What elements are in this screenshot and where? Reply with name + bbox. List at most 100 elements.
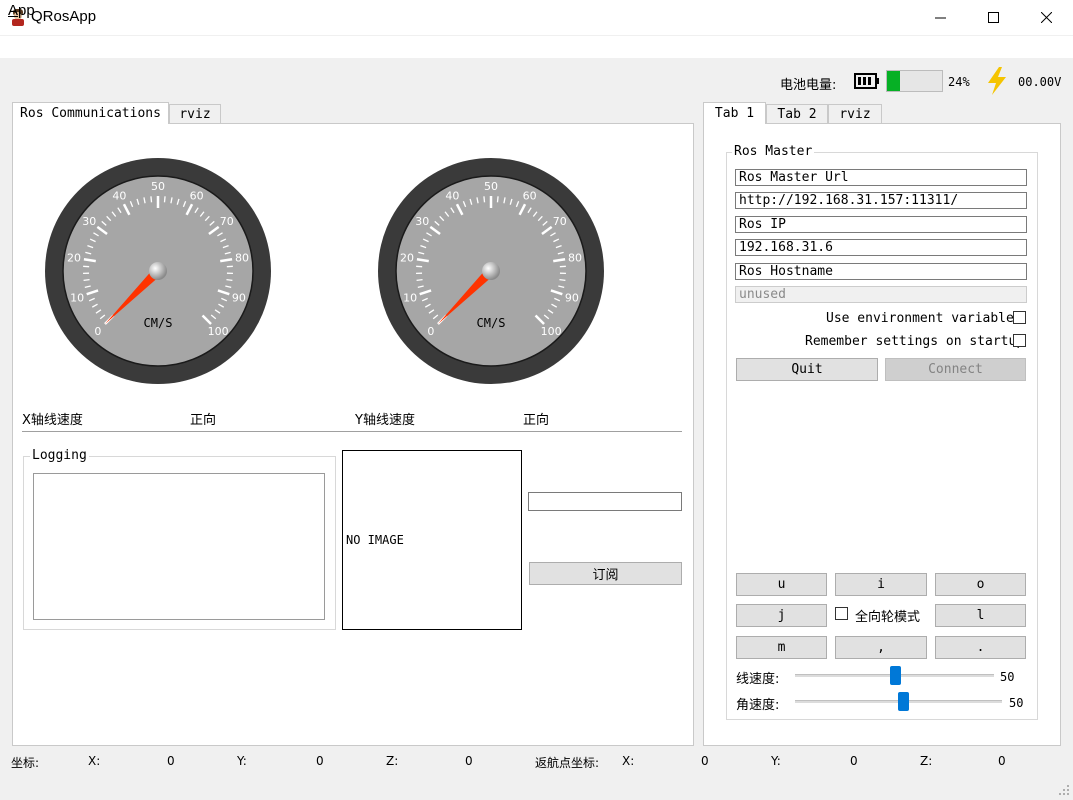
key-comma-button[interactable]: , — [835, 636, 927, 659]
key-l-button[interactable]: l — [935, 604, 1026, 627]
gauge-tick-label: 70 — [220, 215, 234, 228]
tab-rviz-right[interactable]: rviz — [828, 104, 882, 124]
tab-rviz-left[interactable]: rviz — [169, 104, 221, 124]
remember-settings-label: Remember settings on startup — [805, 334, 1025, 349]
gauge-minor-tick — [163, 196, 166, 203]
x-speed-label: X轴线速度 — [22, 413, 83, 428]
gauge-tick-label: 90 — [565, 291, 579, 304]
gauge-tick-label: 40 — [112, 189, 126, 202]
coord-x-label: X: — [88, 754, 101, 768]
menu-app-label: pp — [18, 2, 35, 19]
coord-z-value: 0 — [465, 754, 473, 768]
gauge-unit: CM/S — [477, 316, 506, 330]
tab-ros-communications[interactable]: Ros Communications — [12, 102, 169, 124]
coord-y-label: Y: — [237, 754, 247, 768]
minimize-button[interactable] — [914, 0, 967, 35]
omni-wheel-checkbox[interactable] — [835, 607, 848, 620]
no-image-text: NO IMAGE — [346, 533, 404, 547]
key-j-button[interactable]: j — [736, 604, 827, 627]
battery-percent: 24% — [948, 75, 970, 89]
window-title: QRosApp — [31, 8, 97, 25]
x-speed-gauge: 0 10 20 30 40 50 60 70 80 90 100 CM/S — [45, 158, 271, 384]
topic-input[interactable] — [528, 492, 682, 511]
use-env-label: Use environment variables — [826, 311, 1022, 326]
linear-speed-slider-handle[interactable] — [889, 666, 901, 685]
gauge-tick-label: 100 — [541, 325, 562, 338]
key-dot-button[interactable]: . — [935, 636, 1026, 659]
use-env-checkbox[interactable] — [1013, 311, 1026, 324]
gauge-tick-label: 10 — [70, 291, 84, 304]
gauge-tick-label: 80 — [235, 252, 249, 265]
coord-z-label: Z: — [386, 754, 399, 768]
gauge-tick-label: 100 — [208, 325, 229, 338]
key-i-button[interactable]: i — [835, 573, 927, 596]
gauge-tick-label: 20 — [400, 252, 414, 265]
ros-hostname-label: Ros Hostname — [735, 263, 1027, 280]
gauge-minor-tick — [83, 279, 90, 282]
angular-speed-slider-handle[interactable] — [897, 692, 909, 711]
close-icon — [1041, 12, 1052, 23]
menu-app[interactable]: App — [8, 2, 35, 19]
x-speed-direction: 正向 — [190, 413, 217, 428]
gauge-tick-label: 30 — [415, 215, 429, 228]
tab-1[interactable]: Tab 1 — [703, 102, 766, 124]
gauge-minor-tick — [483, 196, 486, 203]
quit-button[interactable]: Quit — [736, 358, 878, 381]
connect-button[interactable]: Connect — [885, 358, 1026, 381]
angular-speed-label: 角速度: — [736, 698, 780, 713]
battery-icon — [854, 73, 879, 89]
gauge-tick-label: 70 — [553, 215, 567, 228]
home-z-value: 0 — [998, 754, 1006, 768]
y-speed-direction: 正向 — [523, 413, 550, 428]
coord-label: 坐标: — [11, 756, 40, 770]
key-m-button[interactable]: m — [736, 636, 827, 659]
home-coord-label: 返航点坐标: — [535, 756, 600, 770]
gauge-tick-label: 60 — [190, 189, 204, 202]
gauge-tick-label: 90 — [232, 291, 246, 304]
ros-master-title: Ros Master — [732, 144, 815, 159]
maximize-button[interactable] — [967, 0, 1020, 35]
key-u-button[interactable]: u — [736, 573, 827, 596]
ros-ip-input[interactable]: 192.168.31.6 — [735, 239, 1027, 256]
battery-label: 电池电量: — [780, 78, 837, 93]
log-list[interactable] — [33, 473, 325, 620]
gauge-tick-label: 80 — [568, 252, 582, 265]
ros-master-url-label: Ros Master Url — [735, 169, 1027, 186]
ros-ip-label: Ros IP — [735, 216, 1027, 233]
gauge-minor-tick — [416, 279, 423, 282]
gauge-tick-label: 60 — [523, 189, 537, 202]
close-button[interactable] — [1020, 0, 1073, 35]
gauge-tick-label: 50 — [151, 180, 165, 193]
maximize-icon — [988, 12, 999, 23]
gauge-tick-label: 40 — [445, 189, 459, 202]
voltage-value: 00.00V — [1018, 75, 1062, 89]
home-x-value: 0 — [701, 754, 709, 768]
gauge-minor-tick — [559, 279, 566, 282]
home-y-value: 0 — [850, 754, 858, 768]
title-bar — [0, 0, 1073, 35]
coord-x-value: 0 — [167, 754, 175, 768]
divider — [22, 431, 682, 432]
resize-grip-icon[interactable] — [1058, 784, 1070, 796]
gauge-tick-label: 0 — [94, 325, 101, 338]
gauge-unit: CM/S — [144, 316, 173, 330]
omni-wheel-label: 全向轮模式 — [855, 610, 921, 625]
remember-settings-checkbox[interactable] — [1013, 334, 1026, 347]
ros-master-url-input[interactable]: http://192.168.31.157:11311/ — [735, 192, 1027, 209]
gauge-tick-label: 20 — [67, 252, 81, 265]
key-o-button[interactable]: o — [935, 573, 1026, 596]
coord-y-value: 0 — [316, 754, 324, 768]
gauge-minor-tick — [150, 196, 153, 203]
ros-hostname-input[interactable]: unused — [735, 286, 1027, 303]
angular-speed-value: 50 — [1009, 696, 1024, 710]
home-x-label: X: — [622, 754, 635, 768]
tab-2[interactable]: Tab 2 — [766, 104, 828, 124]
gauge-tick-label: 30 — [82, 215, 96, 228]
gauge-tick-label: 0 — [427, 325, 434, 338]
home-z-label: Z: — [920, 754, 933, 768]
menu-bar — [0, 36, 1073, 58]
subscribe-button[interactable]: 订阅 — [529, 562, 682, 585]
linear-speed-value: 50 — [1000, 670, 1015, 684]
y-speed-gauge: 0 10 20 30 40 50 60 70 80 90 100 CM/S — [378, 158, 604, 384]
linear-speed-label: 线速度: — [736, 672, 780, 687]
